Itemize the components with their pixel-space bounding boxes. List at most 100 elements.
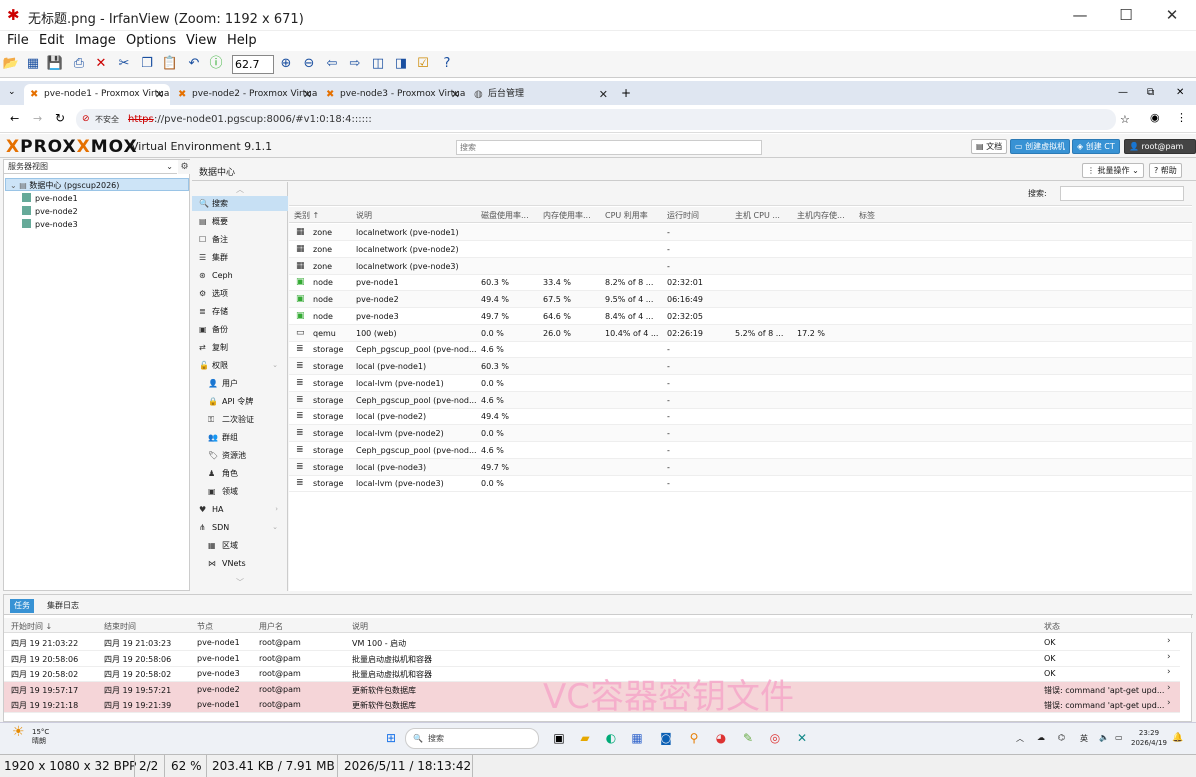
table-row[interactable]: ▣ node pve-node1 60.3 % 33.4 % 8.2% of 8 ... 0… — [289, 274, 1192, 292]
close-tab-icon[interactable]: ✕ — [303, 84, 312, 105]
nav-users[interactable]: 👤 用户 — [192, 376, 288, 391]
ime-label[interactable]: 英 — [1080, 733, 1088, 744]
nav-two-factor[interactable]: ⚿ 二次验证 — [192, 412, 288, 427]
profile-icon[interactable]: ◉ — [1150, 111, 1160, 124]
col-description[interactable]: 说明 — [356, 210, 372, 221]
app-x-icon[interactable]: ✕ — [794, 730, 810, 746]
outlook-icon[interactable]: ◙ — [658, 730, 674, 746]
print-icon[interactable]: ⎙ — [70, 55, 88, 73]
nav-roles[interactable]: ♟ 角色 — [192, 466, 288, 481]
col-disk[interactable]: 磁盘使用率... — [481, 210, 537, 221]
col-uptime[interactable]: 运行时间 — [667, 210, 699, 221]
nav-search[interactable]: 🔍 搜索 — [192, 196, 288, 211]
edit-icon[interactable]: ☑ — [414, 55, 432, 73]
table-row[interactable]: ▦ zone localnetwork (pve-node2) - — [289, 241, 1192, 258]
tree-node-pve-node3[interactable]: pve-node3 — [22, 218, 78, 231]
fullscreen-icon[interactable]: ◨ — [392, 55, 410, 73]
log-row[interactable]: 四月 19 20:58:06 四月 19 20:58:06 pve-node1 roo… — [4, 651, 1180, 667]
col-user[interactable]: 用户名 — [259, 621, 283, 632]
chevron-right-icon[interactable]: › — [1167, 683, 1171, 693]
reload-icon[interactable]: ↻ — [55, 111, 65, 125]
task-view-icon[interactable]: ▣ — [551, 730, 567, 746]
volume-icon[interactable]: 🔈 — [1099, 733, 1109, 742]
table-row[interactable]: ▦ zone localnetwork (pve-node3) - — [289, 257, 1192, 275]
col-memory[interactable]: 内存使用率... — [543, 210, 599, 221]
store-icon[interactable]: ▦ — [629, 730, 645, 746]
weather-widget[interactable]: ☀ 15°C 晴朗 — [12, 725, 49, 746]
notification-bell-icon[interactable]: 🔔 — [1172, 733, 1183, 743]
resource-search-input[interactable] — [1060, 186, 1184, 201]
windows-start-icon[interactable]: ⊞ — [383, 730, 399, 746]
table-row[interactable]: ≣ storage local-lvm (pve-node1) 0.0 % - — [289, 375, 1192, 392]
tab-cluster-log[interactable]: 集群日志 — [43, 599, 83, 613]
app-red-icon[interactable]: ◕ — [713, 730, 729, 746]
nav-api-tokens[interactable]: 🔒 API 令牌 — [192, 394, 288, 409]
col-cpu[interactable]: CPU 利用率 — [605, 210, 648, 221]
thumbnails-icon[interactable]: ▦ — [24, 55, 42, 73]
menu-image[interactable]: Image — [75, 33, 116, 48]
tab-pve-node3[interactable]: ✖ pve-node3 - Proxmox Virtual ✕ — [320, 84, 466, 105]
previous-icon[interactable]: ⇦ — [323, 55, 341, 73]
battery-icon[interactable]: ▭ — [1115, 733, 1123, 742]
col-status[interactable]: 状态 — [1044, 621, 1060, 632]
new-tab-icon[interactable]: + — [621, 86, 631, 100]
tab-pve-node1[interactable]: ✖ pve-node1 - Proxmox Virtual ✕ — [24, 84, 170, 105]
scroll-up-icon[interactable]: ︿ — [236, 184, 244, 195]
nav-permissions[interactable]: 🔓 权限 ⌄ — [192, 358, 288, 373]
table-row[interactable]: ▣ node pve-node3 49.7 % 64.6 % 8.4% of 4 ... 0… — [289, 308, 1192, 325]
app-search-icon[interactable]: ⚲ — [686, 730, 702, 746]
create-vm-button[interactable]: ▭ 创建虚拟机 — [1010, 139, 1071, 154]
slideshow-icon[interactable]: ◫ — [369, 55, 387, 73]
zoom-select[interactable]: 62.7 — [232, 55, 274, 74]
taskbar-clock[interactable]: 23:29 2026/4/19 — [1131, 728, 1167, 748]
table-row[interactable]: ≣ storage local (pve-node1) 60.3 % - — [289, 358, 1192, 375]
help-button[interactable]: ? 帮助 — [1149, 163, 1182, 178]
bookmark-star-icon[interactable]: ☆ — [1120, 109, 1130, 130]
save-icon[interactable]: 💾 — [46, 55, 64, 73]
chevron-right-icon[interactable]: › — [1167, 667, 1171, 677]
edge-icon[interactable]: ◐ — [603, 730, 619, 746]
undo-icon[interactable]: ↶ — [185, 55, 203, 73]
open-icon[interactable]: 📂 — [2, 55, 20, 73]
nav-cluster[interactable]: ☰ 集群 — [192, 250, 288, 265]
nav-pools[interactable]: 🏷 资源池 — [192, 448, 288, 463]
gear-icon[interactable]: ⚙ — [178, 160, 191, 174]
copy-icon[interactable]: ❐ — [138, 55, 156, 73]
paste-icon[interactable]: 📋 — [161, 55, 179, 73]
close-browser-icon[interactable]: ✕ — [1176, 87, 1184, 98]
close-tab-icon[interactable]: ✕ — [155, 84, 164, 105]
table-row[interactable]: ≣ storage local (pve-node2) 49.4 % - — [289, 408, 1192, 426]
tree-node-pve-node2[interactable]: pve-node2 — [22, 205, 78, 218]
back-icon[interactable]: ← — [10, 112, 19, 125]
col-host-mem[interactable]: 主机内存使... — [797, 210, 853, 221]
network-icon[interactable]: ⌬ — [1058, 733, 1065, 742]
global-search-input[interactable]: 搜索 — [456, 140, 762, 155]
nav-sdn[interactable]: ⋔ SDN ⌄ — [192, 520, 288, 535]
forward-icon[interactable]: → — [33, 112, 42, 125]
nav-ceph[interactable]: ⊛ Ceph — [192, 268, 288, 283]
table-row[interactable]: ≣ storage Ceph_pgscup_pool (pve-nod... 4.6 … — [289, 341, 1192, 359]
table-row[interactable]: ≣ storage Ceph_pgscup_pool (pve-nod... 4.6 … — [289, 442, 1192, 459]
close-tab-icon[interactable]: ✕ — [451, 84, 460, 105]
tab-pve-node2[interactable]: ✖ pve-node2 - Proxmox Virtual ✕ — [172, 84, 318, 105]
next-icon[interactable]: ⇨ — [346, 55, 364, 73]
nav-backup[interactable]: ▣ 备份 — [192, 322, 288, 337]
zoom-in-icon[interactable]: ⊕ — [277, 55, 295, 73]
help-icon[interactable]: ? — [438, 55, 456, 73]
chevron-right-icon[interactable]: › — [1167, 652, 1171, 662]
nav-groups[interactable]: 👥 群组 — [192, 430, 288, 445]
browser-menu-icon[interactable]: ⋮ — [1176, 111, 1187, 124]
delete-icon[interactable]: ✕ — [92, 55, 110, 73]
server-view-select[interactable]: 服务器视图 ⌄ — [4, 160, 177, 174]
col-tags[interactable]: 标签 — [859, 210, 875, 221]
tray-chevron-icon[interactable]: ︿ — [1016, 733, 1024, 744]
tab-list-icon[interactable]: ⌄ — [8, 87, 16, 97]
table-row[interactable]: ≣ storage local-lvm (pve-node3) 0.0 % - — [289, 475, 1192, 493]
nav-replication[interactable]: ⇄ 复制 — [192, 340, 288, 355]
docs-button[interactable]: ▤ 文档 — [971, 139, 1008, 154]
url-input[interactable]: ⊘ 不安全 https ://pve-node01.pgscup:8006/#v… — [76, 109, 1130, 130]
nav-summary[interactable]: ▤ 概要 — [192, 214, 288, 229]
col-type[interactable]: 类别 ↑ — [294, 210, 319, 221]
nav-options[interactable]: ⚙ 选项 — [192, 286, 288, 301]
menu-options[interactable]: Options — [126, 33, 176, 48]
